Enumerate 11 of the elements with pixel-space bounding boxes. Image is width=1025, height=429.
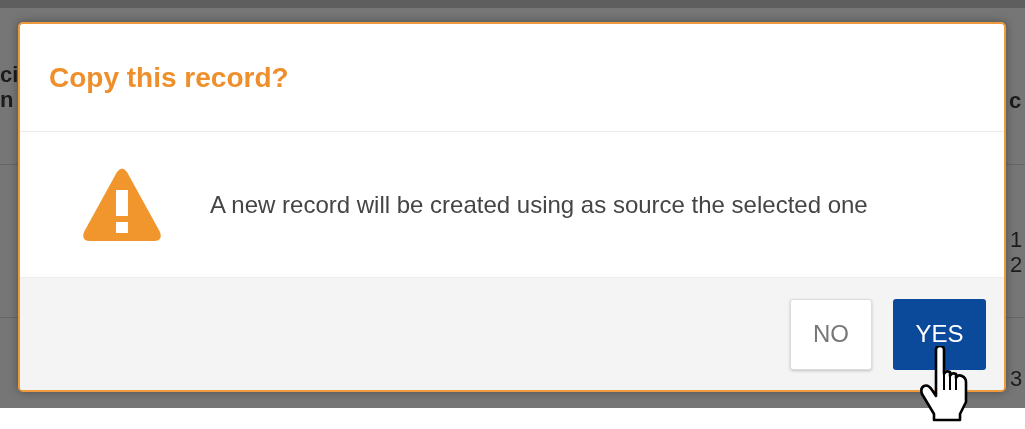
column-heading: c: [1009, 88, 1022, 113]
no-button[interactable]: NO: [790, 298, 872, 370]
column-heading: n: [0, 87, 14, 112]
column-heading: ci: [0, 62, 19, 87]
yes-button[interactable]: YES: [893, 298, 986, 370]
dialog-message: A new record will be created using as source the selected one: [210, 190, 868, 219]
table-cell: 3: [1010, 366, 1023, 391]
dialog-title: Copy this record?: [49, 61, 289, 94]
warning-icon: [82, 167, 162, 242]
table-cell: 2: [1010, 252, 1023, 277]
table-cell: 1: [1010, 227, 1023, 252]
